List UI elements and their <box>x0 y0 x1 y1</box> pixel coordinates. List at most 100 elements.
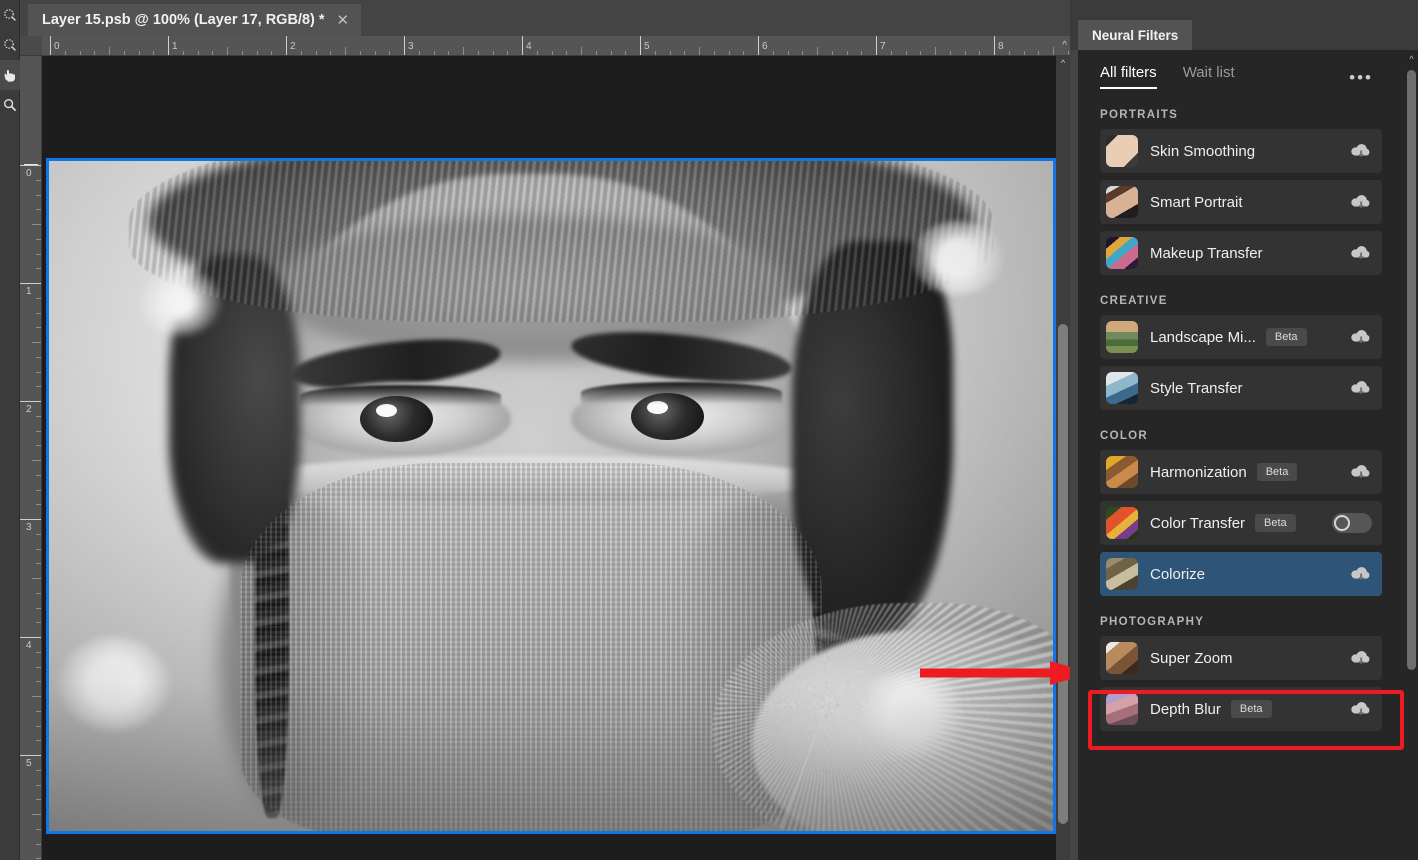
tab-wait-list[interactable]: Wait list <box>1183 64 1235 89</box>
ruler-tick <box>994 36 995 55</box>
ruler-tick-minor <box>36 504 41 506</box>
ruler-tick-minor <box>32 696 41 697</box>
magnifier-icon <box>3 98 17 112</box>
image-layer <box>49 161 1053 831</box>
document-image <box>49 161 1053 831</box>
ruler-tick-minor <box>36 356 41 358</box>
ruler-corner <box>20 36 42 55</box>
cloud-download-icon[interactable] <box>1350 463 1372 481</box>
ruler-tick <box>20 401 41 402</box>
ruler-tick-minor <box>36 563 41 565</box>
ruler-tick-minor <box>817 47 818 55</box>
ruler-tick-minor <box>36 622 41 624</box>
ruler-tick-minor <box>36 843 41 845</box>
filter-row-landscape-mi[interactable]: Landscape Mi... Beta <box>1100 315 1382 359</box>
ruler-tick-minor <box>36 194 41 196</box>
document-tab-title: Layer 15.psb @ 100% (Layer 17, RGB/8) * <box>42 12 325 28</box>
toggle-knob <box>1334 515 1350 531</box>
ruler-tick-minor <box>463 47 464 55</box>
ruler-tick-minor <box>36 297 41 299</box>
filter-row-makeup-transfer[interactable]: Makeup Transfer <box>1100 231 1382 275</box>
ruler-tick-minor <box>36 179 41 181</box>
canvas-scrollbar[interactable]: ^ <box>1056 56 1070 860</box>
ruler-tick <box>168 36 169 55</box>
filter-name: Style Transfer <box>1150 379 1243 397</box>
ruler-tick-minor <box>36 415 41 417</box>
burn-tool[interactable] <box>0 30 20 60</box>
canvas-area[interactable]: ^ <box>42 56 1070 860</box>
ruler-label: 0 <box>54 41 60 52</box>
ruler-tick-minor <box>32 342 41 343</box>
cloud-download-icon[interactable] <box>1350 328 1372 346</box>
filter-row-depth-blur[interactable]: Depth Blur Beta <box>1100 687 1382 731</box>
arrow-right-icon <box>920 661 1092 685</box>
chevron-up-icon[interactable]: ^ <box>1056 56 1070 70</box>
ruler-label: 7 <box>880 41 886 52</box>
ruler-tick-minor <box>32 224 41 225</box>
section-label-color: COLOR <box>1100 430 1149 442</box>
ruler-label: 5 <box>26 758 32 769</box>
document-tab[interactable]: Layer 15.psb @ 100% (Layer 17, RGB/8) * … <box>28 4 362 36</box>
dodge-tool[interactable] <box>0 0 20 30</box>
filter-row-harmonization[interactable]: Harmonization Beta <box>1100 450 1382 494</box>
ruler-tick-minor <box>36 548 41 550</box>
panel-tab-label: Neural Filters <box>1092 27 1179 43</box>
cloud-download-icon[interactable] <box>1350 379 1372 397</box>
cloud-download-icon[interactable] <box>1350 193 1372 211</box>
filter-toggle[interactable] <box>1332 513 1372 533</box>
ruler-tick <box>20 283 41 284</box>
skin-smoothing-thumbnail <box>1106 135 1138 167</box>
filter-row-super-zoom[interactable]: Super Zoom <box>1100 636 1382 680</box>
ruler-tick <box>20 637 41 638</box>
cloud-download-icon[interactable] <box>1350 649 1372 667</box>
canvas-scrollbar-thumb[interactable] <box>1058 324 1068 824</box>
beta-badge: Beta <box>1230 700 1272 718</box>
panel-body: All filters Wait list ••• PORTRAITS Skin … <box>1078 50 1407 860</box>
filter-row-color-transfer[interactable]: Color Transfer Beta <box>1100 501 1382 545</box>
ruler-label: 2 <box>290 41 296 52</box>
burn-icon <box>4 39 16 51</box>
zoom-tool[interactable] <box>0 90 20 120</box>
ruler-tick <box>404 36 405 55</box>
ruler-tick-minor <box>699 47 700 55</box>
cloud-download-icon[interactable] <box>1350 142 1372 160</box>
chevron-up-icon[interactable]: ^ <box>1062 40 1067 51</box>
section-label-creative: CREATIVE <box>1100 295 1168 307</box>
artboard[interactable] <box>46 158 1056 834</box>
hand-icon <box>3 69 15 82</box>
ruler-label: 4 <box>526 41 532 52</box>
tab-all-filters[interactable]: All filters <box>1100 64 1157 89</box>
ruler-tick-minor <box>36 710 41 712</box>
photoshop-window: Layer 15.psb @ 100% (Layer 17, RGB/8) * … <box>0 0 1418 860</box>
cloud-download-icon[interactable] <box>1350 565 1372 583</box>
depth-blur-thumbnail <box>1106 693 1138 725</box>
panel-scrollbar-thumb[interactable] <box>1407 70 1416 670</box>
ruler-tick-minor <box>935 47 936 55</box>
ruler-tick-minor <box>36 430 41 432</box>
filter-name: Landscape Mi... <box>1150 328 1256 346</box>
filter-row-smart-portrait[interactable]: Smart Portrait <box>1100 180 1382 224</box>
ruler-tick-minor <box>36 474 41 476</box>
cloud-download-icon[interactable] <box>1350 244 1372 262</box>
tab-neural-filters[interactable]: Neural Filters <box>1078 20 1193 50</box>
ruler-tick <box>876 36 877 55</box>
filter-row-skin-smoothing[interactable]: Skin Smoothing <box>1100 129 1382 173</box>
panel-scrollbar[interactable]: ^ <box>1405 50 1418 860</box>
ruler-tick-minor <box>36 740 41 742</box>
ruler-tick <box>286 36 287 55</box>
ruler-tick <box>50 36 51 55</box>
ruler-tick-minor <box>1053 47 1054 55</box>
more-options-icon[interactable]: ••• <box>1349 68 1373 88</box>
cloud-download-icon[interactable] <box>1350 700 1372 718</box>
close-icon[interactable]: ✕ <box>337 13 350 28</box>
chevron-up-icon[interactable]: ^ <box>1405 52 1418 66</box>
ruler-tick-minor <box>32 814 41 815</box>
ruler-label: 2 <box>26 404 32 415</box>
ruler-tick-minor <box>109 47 110 55</box>
hand-tool[interactable] <box>0 60 20 90</box>
filter-row-style-transfer[interactable]: Style Transfer <box>1100 366 1382 410</box>
filter-name: Makeup Transfer <box>1150 244 1263 262</box>
ruler-label: 1 <box>26 286 32 297</box>
ruler-tick-minor <box>36 253 41 255</box>
filter-row-colorize[interactable]: Colorize <box>1100 552 1382 596</box>
